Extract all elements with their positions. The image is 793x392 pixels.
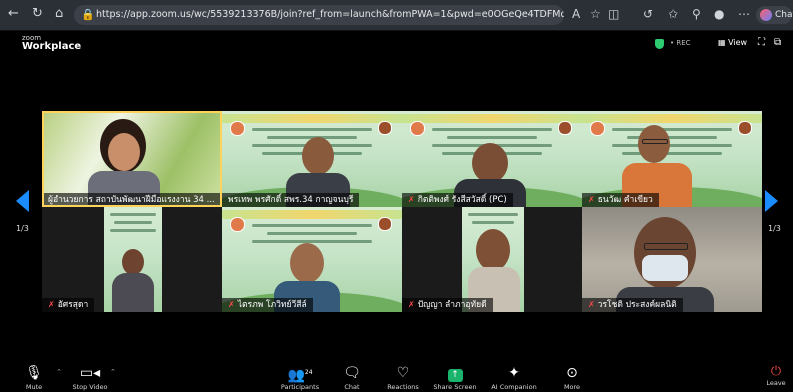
video-tile[interactable]: ✗ วรโชติ ประสงค์ผลนิติ (582, 207, 762, 312)
participant-face (472, 143, 508, 183)
more-icon[interactable]: ⋯ (738, 7, 750, 21)
share-screen-button[interactable]: ↑ Share Screen (425, 365, 485, 391)
brand-name: Workplace (22, 41, 82, 52)
video-tile[interactable]: ✗ ไตรภพ โภวิทย์วีสีล์ (222, 207, 402, 312)
participant-face (290, 243, 324, 283)
favorites-bar-icon[interactable]: ✩ (668, 7, 678, 21)
video-tile[interactable]: ✗ กิตติพงศ์ รังสีสวัสดิ์ (PC) (402, 111, 582, 207)
participant-name: พรเทพ พรศักดิ์ สพร.34 กาญจนบุรี (222, 193, 360, 207)
participants-button[interactable]: 👥24 Participants (270, 365, 330, 391)
copilot-chat-button[interactable]: Chat (756, 6, 793, 24)
leave-button[interactable]: ⏻ Leave (762, 364, 790, 387)
more-button[interactable]: ⊙ More (542, 365, 602, 391)
participant-face (302, 137, 334, 175)
sparkle-icon: ✦ (508, 365, 520, 381)
back-icon[interactable]: ← (8, 6, 19, 21)
heart-icon: ♡ (396, 365, 410, 381)
participant-face (122, 249, 144, 275)
url-text: https://app.zoom.us/wc/5539213376B/join?… (96, 9, 564, 20)
participant-name: ✗ ปัญญา ลำภาอุทัยดี (402, 298, 493, 312)
muted-mic-icon: ✗ (588, 300, 595, 309)
mute-button[interactable]: 🎙 Mute (4, 365, 64, 391)
participant-name: ✗ ไตรภพ โภวิทย์วีสีล์ (222, 298, 313, 312)
shield-icon[interactable] (655, 39, 664, 49)
participant-name: ✗ กิตติพงศ์ รังสีสวัสดิ์ (PC) (402, 193, 513, 207)
participant-face (476, 229, 510, 271)
read-aloud-icon[interactable]: A (572, 7, 580, 21)
video-tile[interactable]: ✗ ธนวัฒ คำเขียว (582, 111, 762, 207)
next-page-arrow-icon[interactable] (765, 190, 778, 212)
favorite-icon[interactable]: ☆ (590, 7, 601, 21)
address-bar[interactable]: 🔒 https://app.zoom.us/wc/5539213376B/joi… (74, 5, 564, 25)
video-feed (104, 207, 162, 312)
ai-companion-button[interactable]: ✦ AI Companion (484, 365, 544, 391)
glasses (644, 243, 688, 250)
muted-mic-icon: ✗ (408, 300, 415, 309)
video-feed (462, 207, 524, 312)
microphone-icon: 🎙 (25, 365, 43, 381)
rec-indicator: • REC (670, 39, 691, 47)
participant-body (112, 273, 154, 312)
participant-name: ✗ อัศรสุดา (42, 298, 95, 312)
muted-mic-icon: ✗ (408, 195, 415, 204)
participants-icon: 👥 (287, 367, 305, 384)
profile-icon[interactable]: ● (714, 7, 724, 21)
page-indicator-right: 1/3 (768, 224, 781, 233)
reload-icon[interactable]: ↻ (32, 6, 43, 21)
participants-count: 24 (304, 369, 313, 376)
face-mask (642, 255, 688, 281)
pip-icon[interactable]: ⧉ (774, 37, 781, 48)
participant-face (638, 125, 670, 163)
video-tile[interactable]: ✗ อัศรสุดา (42, 207, 222, 312)
share-screen-icon: ↑ (447, 369, 463, 382)
grid-icon: ▦ (718, 38, 729, 47)
zoom-brand: zoom Workplace (22, 35, 81, 52)
page-indicator-left: 1/3 (16, 224, 29, 233)
leave-icon: ⏻ (770, 364, 782, 379)
view-button[interactable]: ▦ View (718, 38, 747, 47)
muted-mic-icon: ✗ (48, 300, 55, 309)
prev-page-arrow-icon[interactable] (16, 190, 29, 212)
browser-toolbar: ← ↻ ⌂ 🔒 https://app.zoom.us/wc/553921337… (0, 0, 793, 31)
lock-icon: 🔒 (81, 8, 95, 21)
reactions-button[interactable]: ♡ Reactions (373, 365, 433, 391)
home-icon[interactable]: ⌂ (55, 6, 63, 21)
video-tile[interactable]: พรเทพ พรศักดิ์ สพร.34 กาญจนบุรี (222, 111, 402, 207)
video-tile[interactable]: ✗ ปัญญา ลำภาอุทัยดี (402, 207, 582, 312)
copilot-icon (760, 9, 772, 21)
participant-name: ✗ ธนวัฒ คำเขียว (582, 193, 659, 207)
participant-name: ✗ วรโชติ ประสงค์ผลนิติ (582, 298, 683, 312)
extensions-icon[interactable]: ⚲ (692, 7, 701, 21)
split-screen-icon[interactable]: ◫ (608, 7, 619, 21)
muted-mic-icon: ✗ (588, 195, 595, 204)
muted-mic-icon: ✗ (228, 300, 235, 309)
fullscreen-icon[interactable]: ⛶ (758, 37, 765, 48)
refresh-extension-icon[interactable]: ↺ (643, 7, 653, 21)
active-speaker-border (42, 111, 222, 207)
glasses (642, 139, 668, 144)
more-dots-icon: ⊙ (566, 365, 578, 381)
video-options-caret-icon[interactable]: ⌃ (110, 368, 116, 376)
